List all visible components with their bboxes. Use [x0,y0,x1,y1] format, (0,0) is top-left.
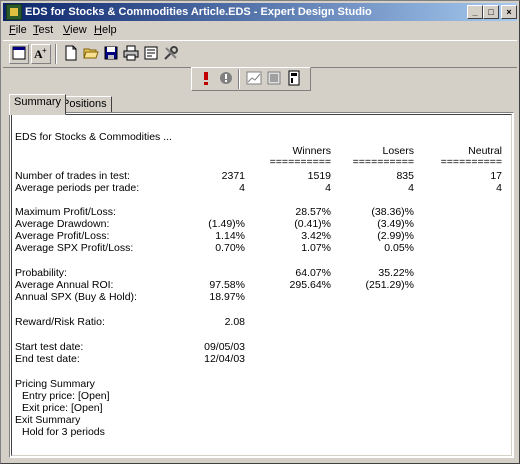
row-total: 0.70% [215,242,245,254]
window-icon[interactable] [9,44,29,64]
settings-icon[interactable] [284,69,304,89]
info-icon[interactable] [216,69,236,89]
menu-bar: File Test View Help [3,22,517,38]
toolbar-separator [55,44,57,64]
row-winners: (0.41)% [294,218,331,230]
row-neutral: 4 [496,182,502,194]
row-losers: (251.29)% [365,279,414,291]
row-label: Average SPX Profit/Loss: [15,242,134,254]
row-winners: 4 [325,182,331,194]
row-losers: 0.05% [384,242,414,254]
exit-summary-hold: Hold for 3 periods [22,426,105,438]
row-total: 4 [239,182,245,194]
tools-icon[interactable] [161,44,181,64]
row-winners: 1.07% [301,242,331,254]
error-icon[interactable] [196,69,216,89]
row-winners: 295.64% [289,279,331,291]
row-losers: (3.49)% [377,218,414,230]
chart-icon[interactable] [244,69,264,89]
row-winners: 3.42% [301,230,331,242]
row-total: (1.49)% [208,218,245,230]
test-toolbar [191,67,311,91]
row-total: 2.08 [224,316,245,328]
maximize-button[interactable]: □ [483,5,499,19]
row-winners: 1519 [307,170,331,182]
app-icon[interactable] [6,4,22,20]
menu-test[interactable]: Test [33,24,53,36]
row-label: Average Drawdown: [15,218,110,230]
app-window: EDS for Stocks & Commodities Article.EDS… [0,0,520,464]
row-label: Number of trades in test: [15,170,130,182]
close-button[interactable]: × [501,5,517,19]
open-icon[interactable] [81,44,101,64]
row-label: Annual SPX (Buy & Hold): [15,291,137,303]
column-underline: ========== [440,156,502,168]
main-toolbar: A + [3,40,517,68]
row-label: Probability: [15,267,67,279]
row-label: Average periods per trade: [15,182,140,194]
row-total: 09/05/03 [204,341,245,353]
row-losers: 835 [396,170,414,182]
menu-help[interactable]: Help [94,24,117,36]
column-underline: ========== [269,156,331,168]
row-total: 12/04/03 [204,353,245,365]
row-winners: 28.57% [295,206,331,218]
minimize-button[interactable]: _ [467,5,483,19]
report-icon[interactable] [264,69,284,89]
column-underline: ========== [352,156,414,168]
menu-file-label: ile [15,24,27,36]
row-label: Average Annual ROI: [15,279,114,291]
summary-report: EDS for Stocks & Commodities ... Winners… [11,114,512,456]
row-label: Start test date: [15,341,84,353]
row-losers: (38.36)% [371,206,414,218]
svg-text:+: + [42,46,47,55]
row-label: Average Profit/Loss: [15,230,110,242]
row-winners: 64.07% [295,267,331,279]
row-total: 97.58% [209,279,245,291]
row-total: 2371 [221,170,245,182]
new-icon[interactable] [61,44,81,64]
row-losers: 4 [408,182,414,194]
summary-panel: EDS for Stocks & Commodities ... Winners… [9,112,514,458]
exit-summary-title: Exit Summary [15,414,81,426]
menu-help-accel: H [94,24,102,36]
row-losers: 35.22% [378,267,414,279]
tab-summary[interactable]: Summary [9,94,67,115]
menu-file[interactable]: File [9,24,27,36]
row-label: Reward/Risk Ratio: [15,316,105,328]
save-icon[interactable] [101,44,121,64]
exit-price: Exit price: [Open] [22,402,103,414]
row-losers: (2.99)% [377,230,414,242]
print-icon[interactable] [121,44,141,64]
menu-test-label: est [38,24,54,36]
row-total: 1.14% [215,230,245,242]
title-bar[interactable]: EDS for Stocks & Commodities Article.EDS… [3,3,517,21]
entry-price: Entry price: [Open] [22,390,110,402]
toolbar-separator [238,69,240,89]
properties-icon[interactable] [141,44,161,64]
row-total: 18.97% [209,291,245,303]
menu-view[interactable]: View [63,24,87,36]
font-icon[interactable]: A + [31,44,51,64]
row-neutral: 17 [490,170,502,182]
menu-file-accel: F [9,24,16,36]
pricing-summary-title: Pricing Summary [15,378,95,390]
menu-help-label: elp [101,24,117,36]
row-label: End test date: [15,353,80,365]
window-title: EDS for Stocks & Commodities Article.EDS… [25,6,372,18]
menu-view-label: iew [70,24,87,36]
report-heading: EDS for Stocks & Commodities ... [15,131,172,143]
row-label: Maximum Profit/Loss: [15,206,116,218]
